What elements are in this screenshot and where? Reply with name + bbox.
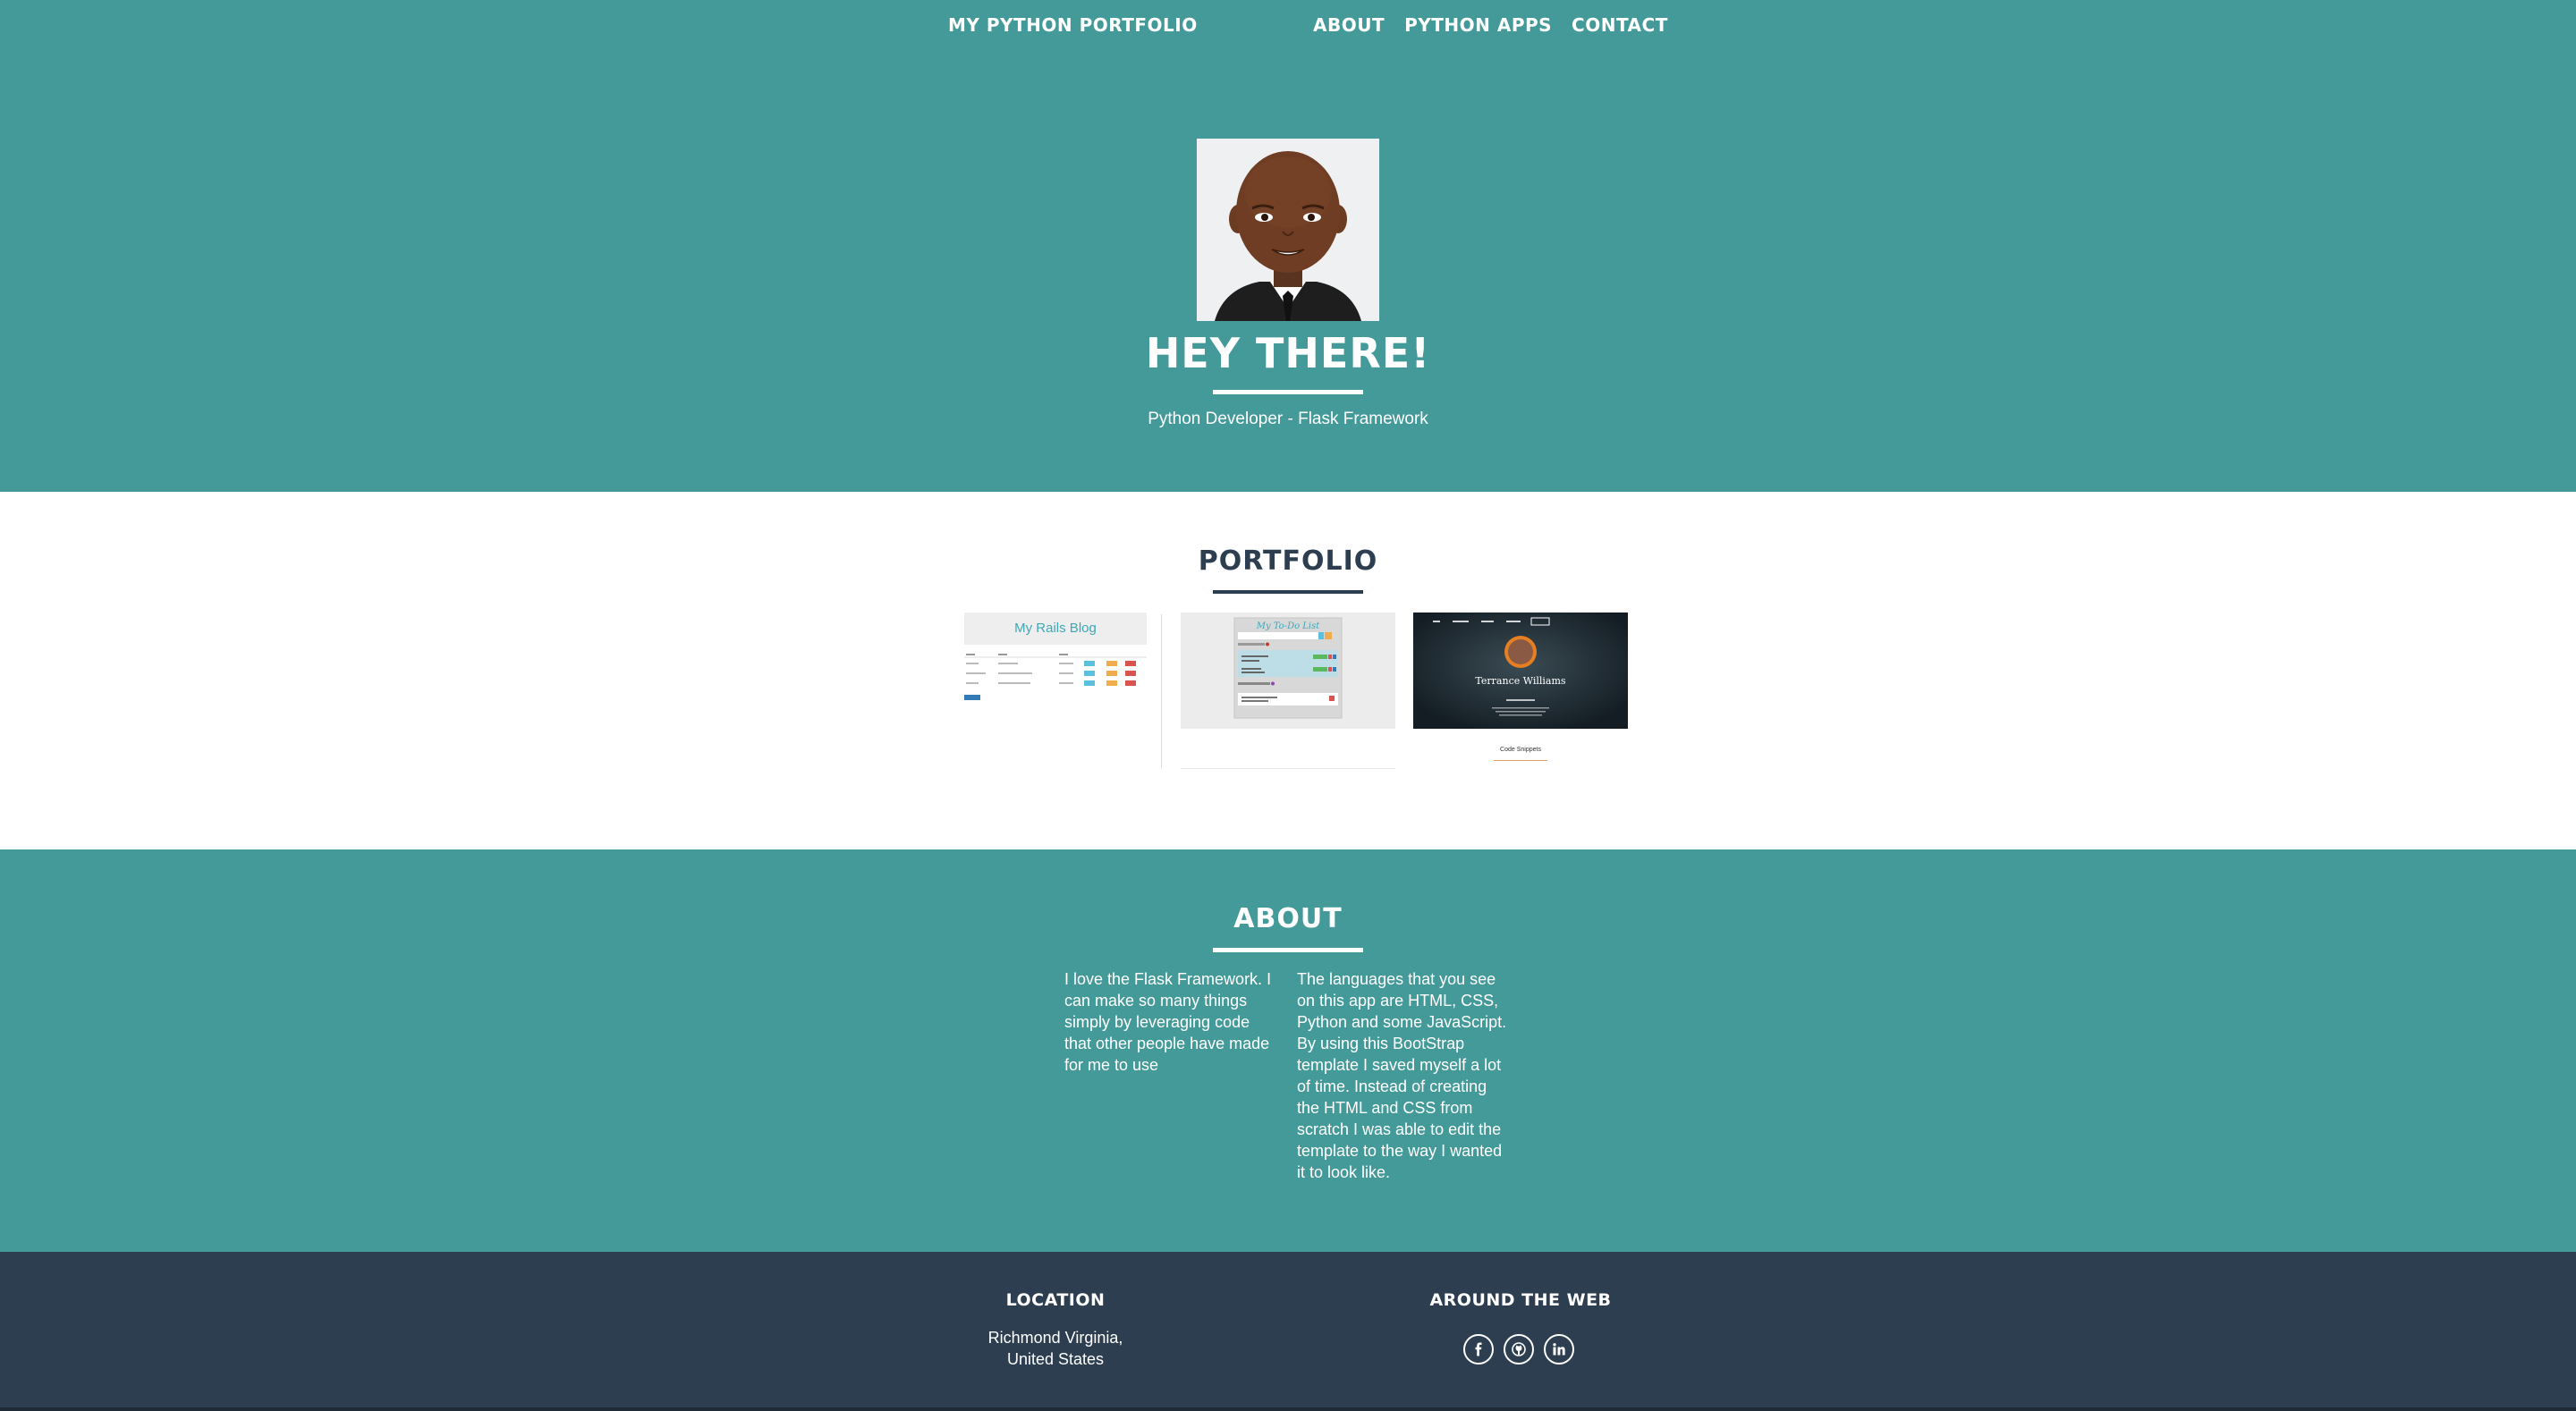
around-the-web-heading: AROUND THE WEB — [1429, 1290, 1612, 1310]
portfolio-item-rails-blog[interactable]: My Rails Blog — [964, 613, 1147, 729]
social-links — [1463, 1334, 1574, 1365]
nav-python-apps-link[interactable]: PYTHON APPS — [1404, 14, 1552, 36]
avatar-image — [1197, 139, 1379, 321]
hero-section: HEY THERE! Python Developer - Flask Fram… — [0, 54, 2576, 492]
portfolio-item-todo-list[interactable]: My To-Do List — [1181, 613, 1395, 729]
portfolio-section: PORTFOLIO My Rails Blog My To-Do List Te… — [0, 492, 2576, 849]
about-title: ABOUT — [1233, 903, 1343, 934]
location-text: Richmond Virginia, United States — [921, 1327, 1190, 1370]
location-heading: LOCATION — [1005, 1290, 1106, 1310]
location-line-2: United States — [1006, 1350, 1105, 1368]
portfolio-title: PORTFOLIO — [1198, 545, 1378, 577]
about-text-right: The languages that you see on this app a… — [1297, 970, 1507, 1181]
about-section: ABOUT I love the Flask Framework. I can … — [0, 849, 2576, 1252]
github-icon[interactable] — [1504, 1334, 1534, 1365]
personal-site-preview: Terrance Williams — [1413, 613, 1628, 729]
hero-divider — [1213, 390, 1363, 394]
hero-subtitle: Python Developer - Flask Framework — [1148, 410, 1428, 428]
nav-contact-link[interactable]: CONTACT — [1572, 14, 1668, 36]
site-preview-name: Terrance Williams — [1475, 675, 1565, 687]
about-divider — [1213, 948, 1363, 952]
portfolio-divider-vertical — [1161, 614, 1162, 768]
rails-blog-table-preview — [964, 654, 1147, 700]
portfolio-item-title: My Rails Blog — [964, 613, 1147, 645]
brand-link[interactable]: MY PYTHON PORTFOLIO — [948, 14, 1198, 36]
nav-about-link[interactable]: ABOUT — [1313, 14, 1385, 36]
portfolio-item-caption[interactable]: Code Snippets — [1413, 747, 1628, 753]
linkedin-icon[interactable] — [1544, 1334, 1574, 1365]
footer: LOCATION Richmond Virginia, United State… — [0, 1252, 2576, 1411]
nav-links: ABOUT PYTHON APPS CONTACT — [1313, 14, 1668, 36]
portfolio-item-code-snippets[interactable]: Terrance Williams — [1413, 613, 1628, 729]
footer-bottom-bar — [0, 1407, 2576, 1411]
todo-preview-title: My To-Do List — [1256, 621, 1321, 631]
todo-list-preview: My To-Do List — [1181, 613, 1395, 729]
portfolio-item-underline — [1181, 768, 1395, 769]
facebook-icon[interactable] — [1463, 1334, 1494, 1365]
caption-underline — [1494, 760, 1547, 761]
navbar: MY PYTHON PORTFOLIO ABOUT PYTHON APPS CO… — [0, 0, 2576, 54]
hero-title: HEY THERE! — [1145, 329, 1431, 377]
about-text-left: I love the Flask Framework. I can make s… — [1064, 970, 1272, 1074]
location-line-1: Richmond Virginia, — [987, 1329, 1123, 1347]
portfolio-divider — [1213, 590, 1363, 594]
